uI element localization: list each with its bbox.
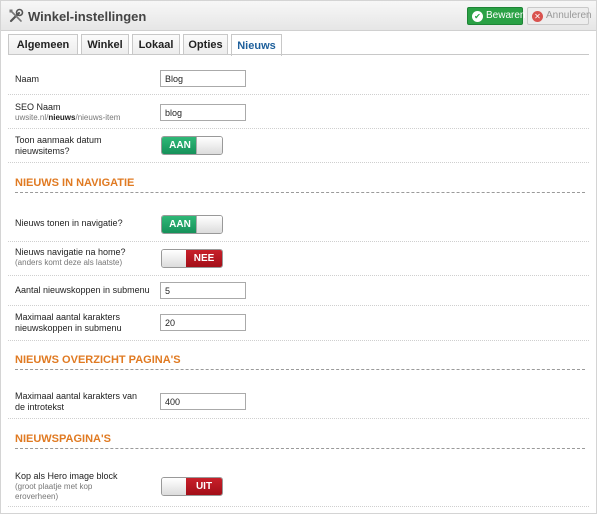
toggle-knob [162,478,188,495]
field-label: Nieuws tonen in navigatie? [15,218,123,228]
karakters-input[interactable] [160,314,246,331]
field-row-intro: Maximaal aantal karakters van de introte… [8,385,589,419]
tab-opties[interactable]: Opties [183,34,228,55]
home-label: Nieuws navigatie na home? [15,247,126,257]
window-header: Winkel-instellingen ✔ Bewaren ✕ Annulere… [1,1,596,31]
field-label: Maximaal aantal karakters nieuwskoppen i… [15,312,122,333]
check-icon: ✔ [472,10,483,22]
naam-input[interactable] [160,70,246,87]
field-label: Naam [15,74,40,84]
tab-bar: Algemeen Winkel Lokaal Opties Nieuws [8,34,285,56]
field-row-tonen: Nieuws tonen in navigatie? AAN [8,208,589,242]
home-toggle[interactable]: NEE [161,249,223,268]
field-row-aantal: Aantal nieuwskoppen in submenu [8,276,589,306]
aantal-input[interactable] [160,282,246,299]
section-title-navigatie: NIEUWS IN NAVIGATIE [15,177,135,189]
settings-window: Winkel-instellingen ✔ Bewaren ✕ Annulere… [0,0,597,514]
cancel-button-label: Annuleren [546,10,592,21]
home-hint: (anders komt deze als laatste) [15,258,123,267]
tab-label: Nieuws [237,39,276,52]
field-label: SEO Naam uwsite.nl/nieuws/nieuws-item [15,102,120,123]
toggle-on-label: AAN [162,216,198,233]
field-label: Kop als Hero image block (groot plaatje … [15,471,135,502]
tab-algemeen[interactable]: Algemeen [8,34,78,55]
section-divider [15,369,585,370]
save-button-label: Bewaren [486,10,526,21]
seo-hint-bold: nieuws [48,113,76,122]
field-label: Aantal nieuwskoppen in submenu [15,285,150,295]
hero-toggle[interactable]: UIT [161,477,223,496]
field-label: Toon aanmaak datum nieuwsitems? [15,135,102,156]
field-row-naam: Naam [8,63,589,95]
field-label: Nieuws navigatie na home? (anders komt d… [15,247,126,268]
page-title: Winkel-instellingen [28,9,147,24]
save-button[interactable]: ✔ Bewaren [467,7,526,25]
section-title-paginas: NIEUWSPAGINA'S [15,433,111,445]
toggle-knob [196,137,222,154]
seo-hint-suffix: /nieuws-item [75,113,121,122]
toggle-knob [196,216,222,233]
field-label: Maximaal aantal karakters van de introte… [15,391,138,412]
toggle-knob [162,250,188,267]
seo-hint-prefix: uwsite.nl/ [15,113,49,122]
field-row-hero: Kop als Hero image block (groot plaatje … [8,465,589,507]
tab-label: Winkel [87,39,123,51]
field-row-datum: Toon aanmaak datum nieuwsitems? AAN [8,129,589,163]
tab-label: Opties [188,39,223,51]
tab-label: Lokaal [138,39,174,51]
tab-winkel[interactable]: Winkel [81,34,129,55]
intro-input[interactable] [160,393,246,410]
field-row-home: Nieuws navigatie na home? (anders komt d… [8,242,589,276]
hero-label: Kop als Hero image block [15,471,118,481]
toggle-off-label: NEE [186,250,222,267]
datum-toggle[interactable]: AAN [161,136,223,155]
tools-icon [9,8,24,23]
tonen-toggle[interactable]: AAN [161,215,223,234]
field-row-karakters: Maximaal aantal karakters nieuwskoppen i… [8,306,589,341]
section-title-overzicht: NIEUWS OVERZICHT PAGINA'S [15,354,181,366]
seo-hint: uwsite.nl/nieuws/nieuws-item [15,113,120,123]
tab-label: Algemeen [16,39,70,51]
hero-hint: (groot plaatje met kop eroverheen) [15,482,93,501]
toggle-off-label: UIT [186,478,222,495]
tab-divider [8,54,589,55]
field-row-seo: SEO Naam uwsite.nl/nieuws/nieuws-item [8,95,589,129]
seo-label: SEO Naam [15,102,61,112]
close-icon: ✕ [532,10,543,22]
toggle-on-label: AAN [162,137,198,154]
cancel-button[interactable]: ✕ Annuleren [527,7,592,25]
seo-input[interactable] [160,104,246,121]
tab-nieuws[interactable]: Nieuws [231,34,282,56]
section-divider [15,448,585,449]
tab-lokaal[interactable]: Lokaal [132,34,180,55]
section-divider [15,192,585,193]
